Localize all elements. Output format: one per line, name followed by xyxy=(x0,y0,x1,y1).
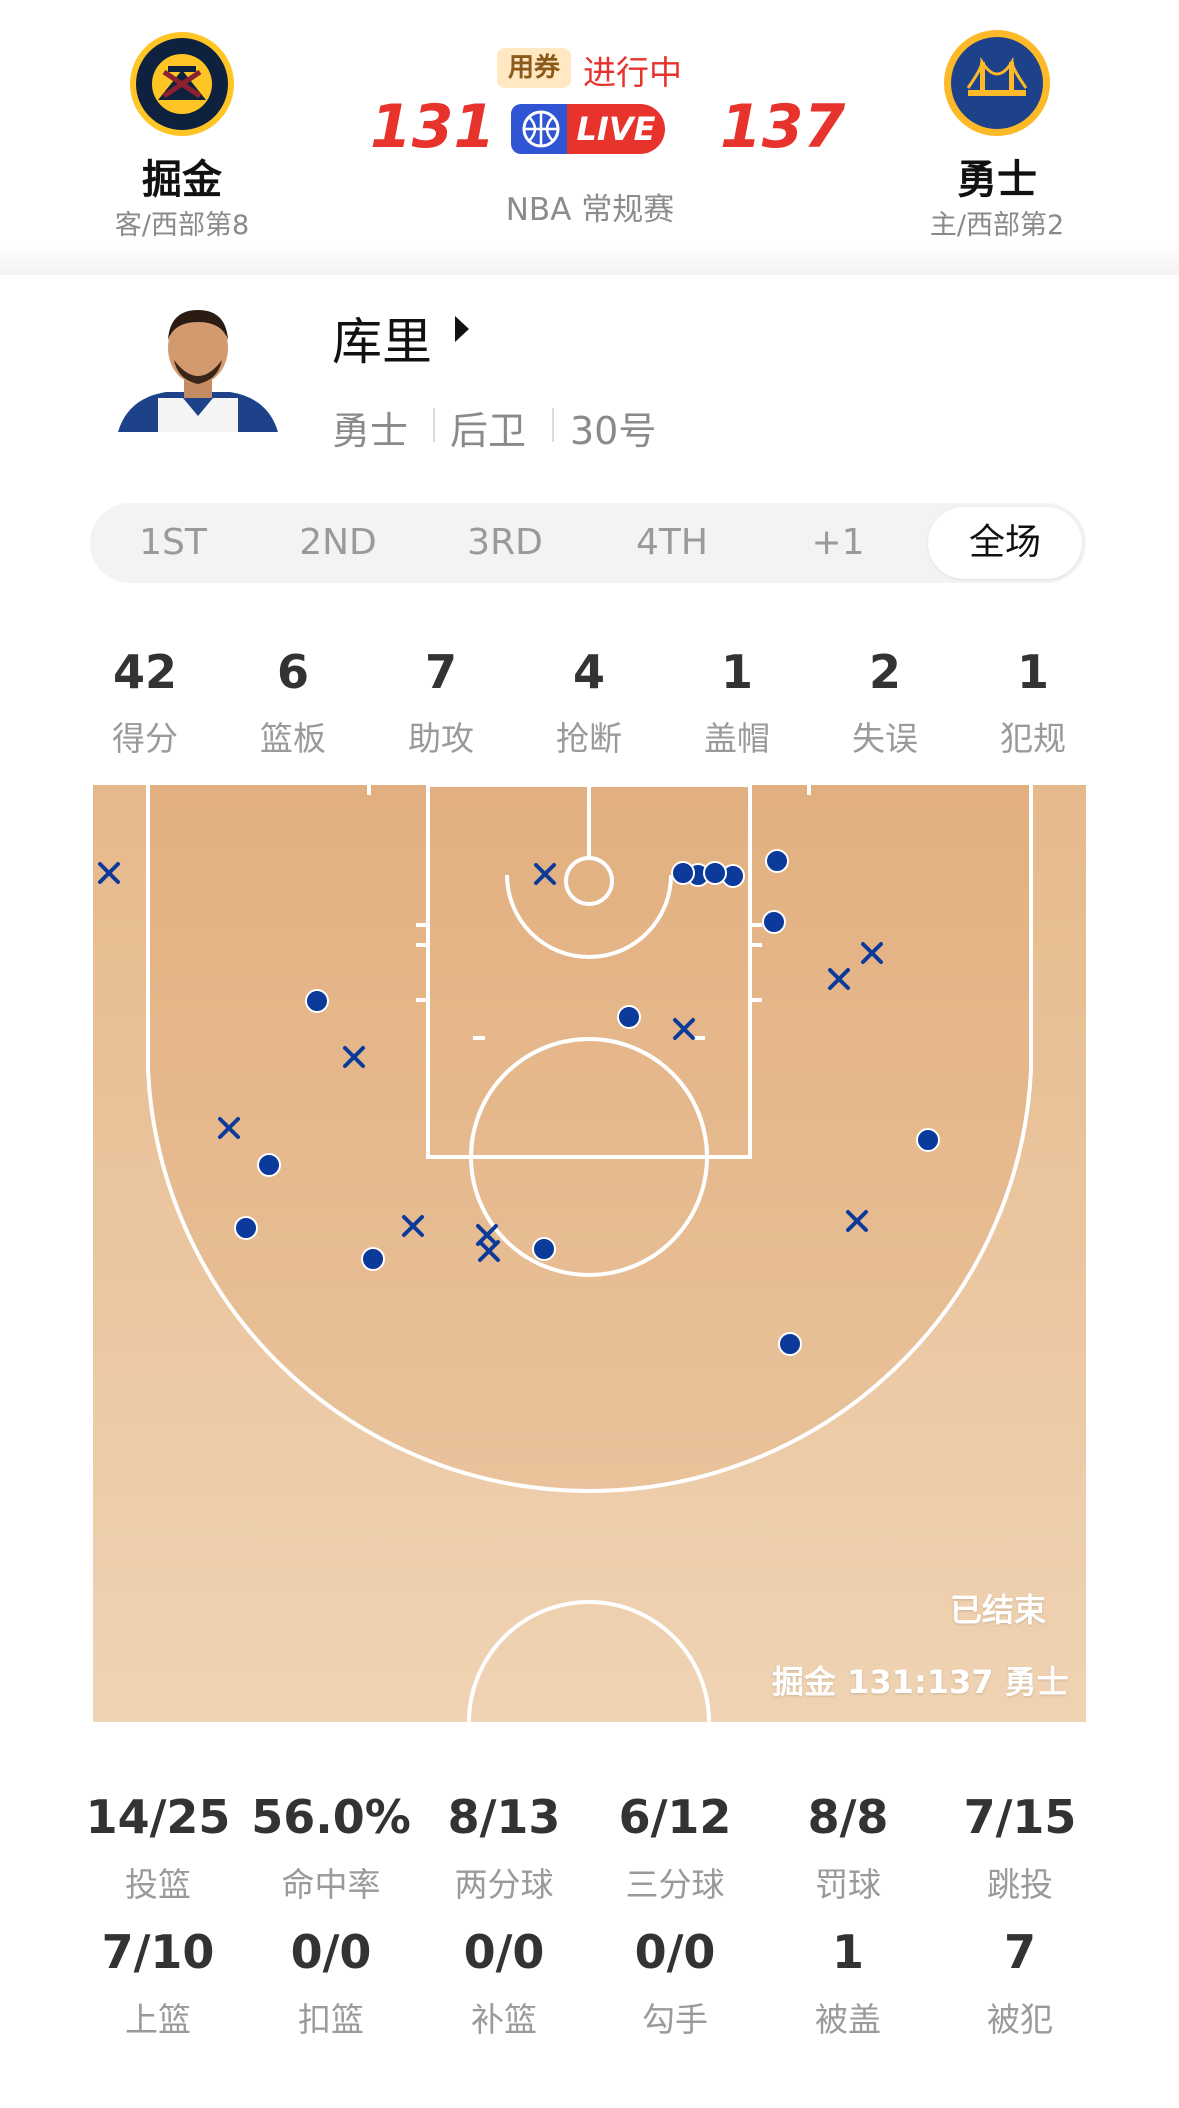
shot-made-marker xyxy=(703,861,727,885)
stat-blocks-label: 盖帽 xyxy=(704,719,770,758)
warriors-logo[interactable] xyxy=(942,28,1052,138)
layup-label: 上篮 xyxy=(125,2000,191,2039)
shot-made-marker xyxy=(671,861,695,885)
layup: 7/10 xyxy=(101,1925,215,1979)
home-team-standing: 主/西部第2 xyxy=(929,210,1065,241)
period-tabs: 1ST 2ND 3RD 4TH +1 全场 xyxy=(90,503,1086,583)
basketball-icon xyxy=(511,104,571,154)
shot-made-marker xyxy=(762,910,786,934)
away-score: 131 xyxy=(370,92,496,162)
live-label: LIVE xyxy=(567,104,665,154)
three-point: 6/12 xyxy=(618,1790,732,1844)
shot-made-marker xyxy=(765,849,789,873)
jump-shot-label: 跳投 xyxy=(987,1865,1053,1904)
hook-shot: 0/0 xyxy=(634,1925,716,1979)
stat-assists-label: 助攻 xyxy=(408,719,474,758)
shot-chart xyxy=(93,783,1086,1723)
stat-rebounds: 6 xyxy=(276,645,309,699)
shot-made-marker xyxy=(778,1332,802,1356)
game-header: 掘金 客/西部第8 131 137 用券 进行中 LIVE NBA 常规赛 勇士… xyxy=(0,0,1179,275)
home-team-name: 勇士 xyxy=(957,157,1037,203)
tab-2nd[interactable]: 2ND xyxy=(273,503,403,583)
stat-fouls-label: 犯规 xyxy=(1000,719,1066,758)
chevron-right-icon[interactable] xyxy=(455,316,469,342)
player-name-link[interactable]: 库里 xyxy=(332,302,432,374)
stat-steals: 4 xyxy=(572,645,605,699)
league-label: NBA 常规赛 xyxy=(505,192,675,228)
player-avatar[interactable] xyxy=(118,300,278,432)
fg-percentage: 56.0% xyxy=(251,1790,411,1844)
tab-overtime[interactable]: +1 xyxy=(773,503,903,583)
free-throw: 8/8 xyxy=(807,1790,889,1844)
player-number: 30号 xyxy=(570,409,657,453)
shot-made-marker xyxy=(305,989,329,1013)
fg-label: 投篮 xyxy=(125,1865,191,1904)
tab-1st[interactable]: 1ST xyxy=(108,503,238,583)
meta-divider xyxy=(433,408,435,442)
two-point: 8/13 xyxy=(447,1790,561,1844)
tab-3rd[interactable]: 3RD xyxy=(440,503,570,583)
tip-in-label: 补篮 xyxy=(471,2000,537,2039)
blocked-label: 被盖 xyxy=(815,2000,881,2039)
hook-shot-label: 勾手 xyxy=(642,2000,708,2039)
fouls-drawn-label: 被犯 xyxy=(987,2000,1053,2039)
shot-made-marker xyxy=(234,1216,258,1240)
fg-made-attempted: 14/25 xyxy=(85,1790,231,1844)
three-point-label: 三分球 xyxy=(625,1865,725,1904)
shot-made-marker xyxy=(617,1005,641,1029)
game-status: 进行中 xyxy=(583,53,682,92)
away-team-standing: 客/西部第8 xyxy=(114,210,250,241)
tab-4th[interactable]: 4TH xyxy=(607,503,737,583)
nuggets-logo[interactable] xyxy=(128,30,236,138)
stat-points: 42 xyxy=(112,645,177,699)
dunk: 0/0 xyxy=(290,1925,372,1979)
shot-made-marker xyxy=(361,1247,385,1271)
live-button[interactable]: LIVE xyxy=(511,104,665,154)
shot-made-marker xyxy=(532,1237,556,1261)
fg-percentage-label: 命中率 xyxy=(281,1865,381,1904)
away-team-name: 掘金 xyxy=(142,157,222,203)
stat-points-label: 得分 xyxy=(112,719,178,758)
game-ended-label: 已结束 xyxy=(950,1591,1047,1629)
two-point-label: 两分球 xyxy=(454,1865,554,1904)
stat-fouls: 1 xyxy=(1016,645,1049,699)
free-throw-label: 罚球 xyxy=(815,1865,881,1904)
shot-made-marker xyxy=(257,1153,281,1177)
dunk-label: 扣篮 xyxy=(298,2000,364,2039)
fouls-drawn: 7 xyxy=(1003,1925,1036,1979)
home-score: 137 xyxy=(720,92,846,162)
stat-turnovers: 2 xyxy=(868,645,901,699)
coupon-badge[interactable]: 用券 xyxy=(497,48,571,88)
tip-in: 0/0 xyxy=(463,1925,545,1979)
jump-shot: 7/15 xyxy=(963,1790,1077,1844)
player-position: 后卫 xyxy=(450,409,527,453)
stat-rebounds-label: 篮板 xyxy=(260,719,326,758)
court-score-line: 掘金 131:137 勇士 xyxy=(772,1663,1069,1701)
tab-full-game[interactable]: 全场 xyxy=(928,507,1082,579)
player-team: 勇士 xyxy=(332,409,409,453)
stat-turnovers-label: 失误 xyxy=(852,719,918,758)
shot-made-marker xyxy=(916,1128,940,1152)
stat-assists: 7 xyxy=(424,645,457,699)
stat-blocks: 1 xyxy=(720,645,753,699)
meta-divider xyxy=(552,408,554,442)
blocked: 1 xyxy=(831,1925,864,1979)
stat-steals-label: 抢断 xyxy=(556,719,622,758)
